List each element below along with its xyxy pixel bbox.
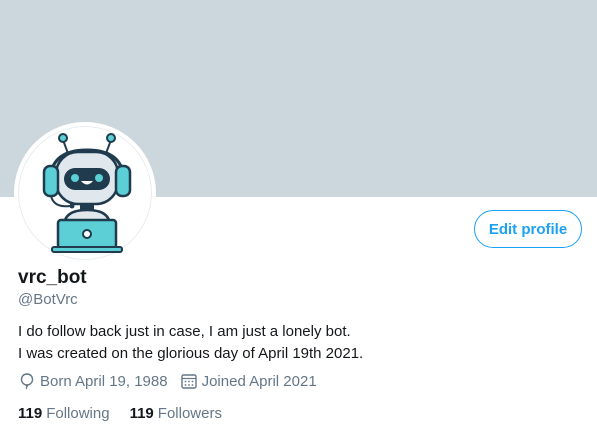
profile-name: vrc_bot (18, 267, 87, 288)
birthdate-text: Born April 19, 1988 (40, 372, 168, 390)
avatar[interactable] (14, 122, 156, 264)
followers-link[interactable]: 119 Followers (130, 405, 222, 422)
profile-bio: I do follow back just in case, I am just… (18, 321, 363, 365)
follow-stats: 119 Following 119 Followers (18, 405, 242, 422)
joined-text: Joined April 2021 (201, 372, 317, 390)
bio-line: I was created on the glorious day of Apr… (18, 345, 364, 362)
robot-avatar-icon (42, 133, 132, 253)
profile-handle: @BotVrc (18, 291, 78, 308)
profile-meta: Born April 19, 1988 Joined April 2021 (18, 372, 329, 390)
joined-item: Joined April 2021 (180, 372, 317, 390)
balloon-icon (20, 373, 34, 390)
followers-label: Followers (157, 405, 222, 422)
bio-line: I do follow back just in case, I am just… (18, 323, 351, 340)
birthdate-item: Born April 19, 1988 (18, 372, 168, 390)
edit-profile-button[interactable]: Edit profile (474, 210, 582, 248)
following-link[interactable]: 119 Following (18, 405, 110, 422)
following-count: 119 (18, 405, 43, 422)
calendar-icon (180, 374, 197, 389)
following-label: Following (46, 405, 110, 422)
followers-count: 119 (129, 405, 154, 422)
